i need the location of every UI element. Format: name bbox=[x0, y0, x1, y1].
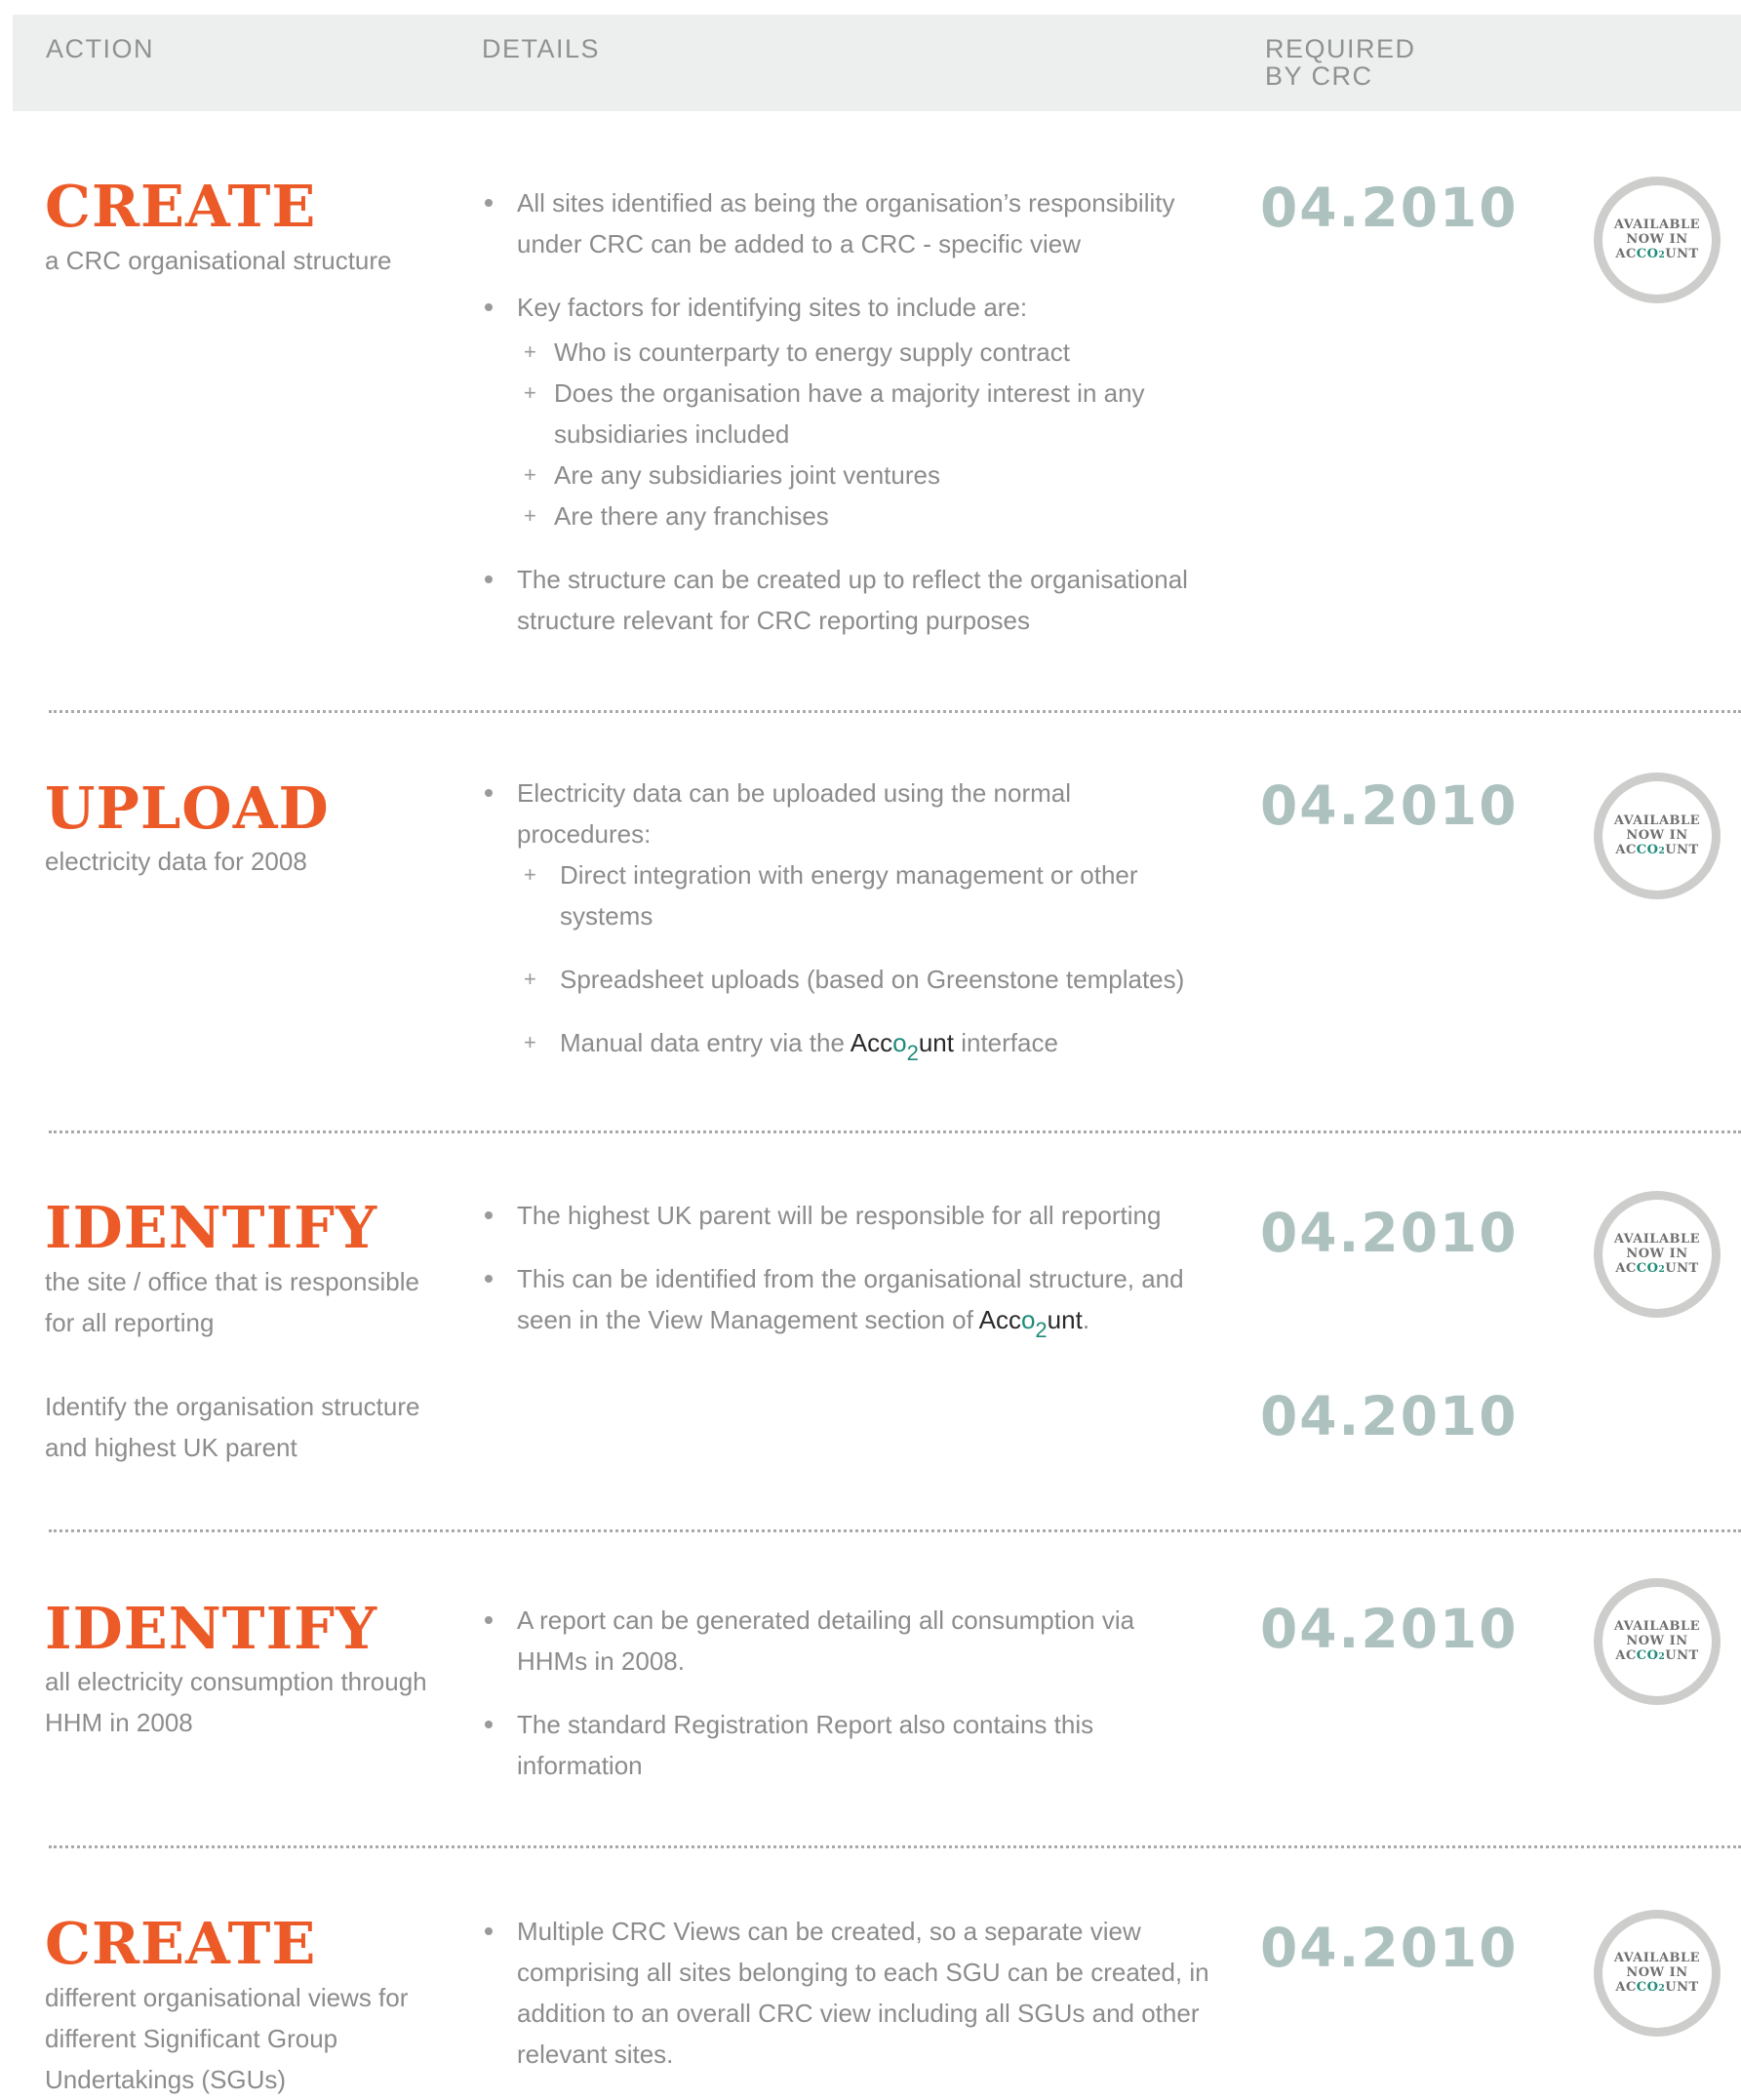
section-divider bbox=[49, 1130, 1741, 1133]
required-date: 04.2010 bbox=[1260, 177, 1519, 239]
details-list: A report can be generated detailing all … bbox=[478, 1600, 1219, 1808]
column-header-required: REQUIRED BY CRC bbox=[1265, 34, 1416, 91]
required-date: 04.2010 bbox=[1260, 1598, 1519, 1660]
list-item: Electricity data can be uploaded using t… bbox=[478, 773, 1122, 854]
action-verb: CREATE bbox=[45, 1910, 317, 1977]
sub-list-item: Are any subsidiaries joint ventures bbox=[478, 455, 1219, 495]
sub-list-item: Spreadsheet uploads (based on Greenstone… bbox=[478, 959, 1219, 1000]
list-item: Key factors for identifying sites to inc… bbox=[478, 287, 1219, 328]
list-item: The structure can be created up to refle… bbox=[478, 559, 1219, 641]
action-verb: IDENTIFY bbox=[45, 1595, 378, 1662]
column-header-details: DETAILS bbox=[482, 34, 601, 63]
table-header: ACTION DETAILS REQUIRED BY CRC bbox=[13, 15, 1741, 111]
required-date-secondary: 04.2010 bbox=[1260, 1385, 1519, 1447]
list-item: The highest UK parent will be responsibl… bbox=[478, 1195, 1219, 1236]
sub-list-item: Are there any franchises bbox=[478, 495, 1219, 536]
details-list: Electricity data can be uploaded using t… bbox=[478, 773, 1219, 1065]
sub-list-item: Does the organisation have a majority in… bbox=[478, 373, 1178, 455]
details-list: The highest UK parent will be responsibl… bbox=[478, 1195, 1219, 1363]
details-list: All sites identified as being the organi… bbox=[478, 182, 1219, 663]
action-verb: CREATE bbox=[45, 173, 317, 240]
column-header-action: ACTION bbox=[46, 34, 155, 63]
required-date: 04.2010 bbox=[1260, 1202, 1519, 1264]
list-item: This can be identified from the organisa… bbox=[478, 1258, 1219, 1342]
available-badge: AVAILABLE NOW IN ACCO2UNT bbox=[1594, 1910, 1721, 2037]
action-description: different organisational views for diffe… bbox=[45, 1983, 409, 2094]
available-badge: AVAILABLE NOW IN ACCO2UNT bbox=[1594, 1578, 1721, 1705]
accounting-brand: Acco2unt bbox=[850, 1028, 954, 1065]
sub-list-item: Manual data entry via the Acco2unt inter… bbox=[478, 1022, 1219, 1065]
action-verb: IDENTIFY bbox=[45, 1194, 378, 1261]
available-badge: AVAILABLE NOW IN ACCO2UNT bbox=[1594, 177, 1721, 303]
list-item: A report can be generated detailing all … bbox=[478, 1600, 1161, 1682]
list-item: Multiple CRC Views can be created, so a … bbox=[478, 1911, 1219, 2075]
list-item: All sites identified as being the organi… bbox=[478, 182, 1219, 264]
action-description: all electricity consumption through HHM … bbox=[45, 1667, 427, 1737]
sub-list-item: Direct integration with energy managemen… bbox=[478, 854, 1145, 936]
list-item: The standard Registration Report also co… bbox=[478, 1704, 1161, 1786]
action-verb: UPLOAD bbox=[45, 774, 330, 842]
section-divider bbox=[49, 1529, 1741, 1532]
action-description: the site / office that is responsible fo… bbox=[45, 1267, 419, 1337]
required-date: 04.2010 bbox=[1260, 774, 1519, 837]
action-description-secondary: Identify the organisation structure and … bbox=[45, 1392, 420, 1462]
available-badge: AVAILABLE NOW IN ACCO2UNT bbox=[1594, 773, 1721, 899]
sub-list-item: Who is counterparty to energy supply con… bbox=[478, 332, 1219, 373]
accounting-brand: Acco2unt bbox=[978, 1305, 1083, 1342]
available-badge: AVAILABLE NOW IN ACCO2UNT bbox=[1594, 1191, 1721, 1318]
required-date: 04.2010 bbox=[1260, 1917, 1519, 1979]
section-divider bbox=[49, 710, 1741, 713]
action-description: electricity data for 2008 bbox=[45, 847, 307, 876]
details-list: Multiple CRC Views can be created, so a … bbox=[478, 1911, 1219, 2097]
section-divider bbox=[49, 1845, 1741, 1848]
action-description: a CRC organisational structure bbox=[45, 246, 392, 275]
